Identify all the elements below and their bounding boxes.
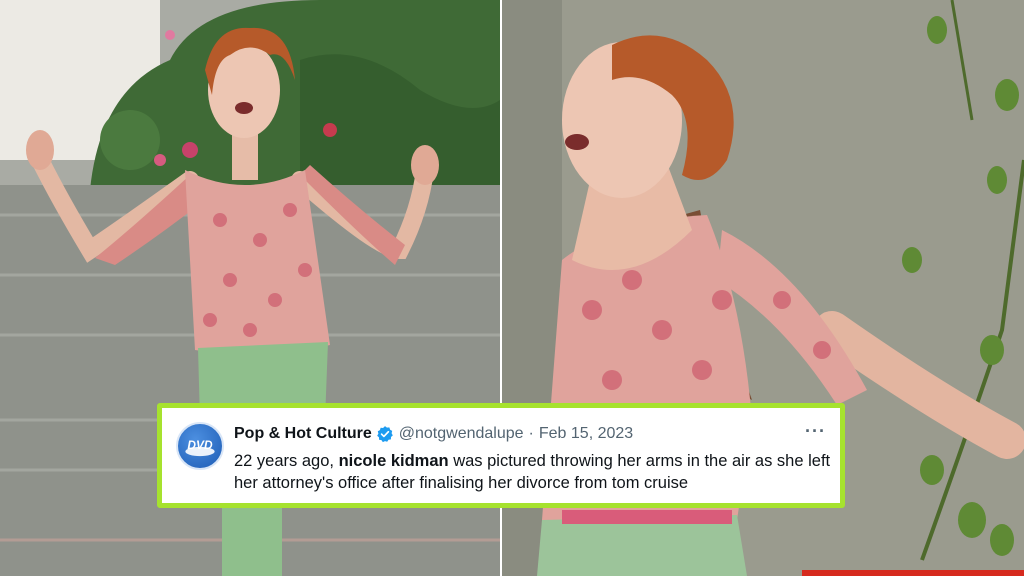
- tweet-date[interactable]: Feb 15, 2023: [539, 425, 633, 443]
- tweet-text: 22 years ago, nicole kidman was pictured…: [234, 450, 834, 494]
- author-name[interactable]: Pop & Hot Culture: [234, 425, 372, 443]
- author-handle[interactable]: @notgwendalupe: [399, 425, 524, 443]
- verified-badge-icon: [376, 425, 394, 443]
- tweet-text-start: 22 years ago,: [234, 452, 339, 470]
- dvd-logo-avatar[interactable]: DVD: [176, 422, 224, 470]
- avatar-text: DVD: [187, 438, 213, 452]
- tweet-header: Pop & Hot Culture @notgwendalupe · Feb 1…: [234, 424, 633, 444]
- more-options-icon[interactable]: ···: [805, 422, 826, 440]
- tweet-card[interactable]: DVD Pop & Hot Culture @notgwendalupe · F…: [157, 403, 845, 508]
- tweet-text-bold: nicole kidman: [338, 452, 449, 470]
- header-separator: ·: [528, 425, 534, 442]
